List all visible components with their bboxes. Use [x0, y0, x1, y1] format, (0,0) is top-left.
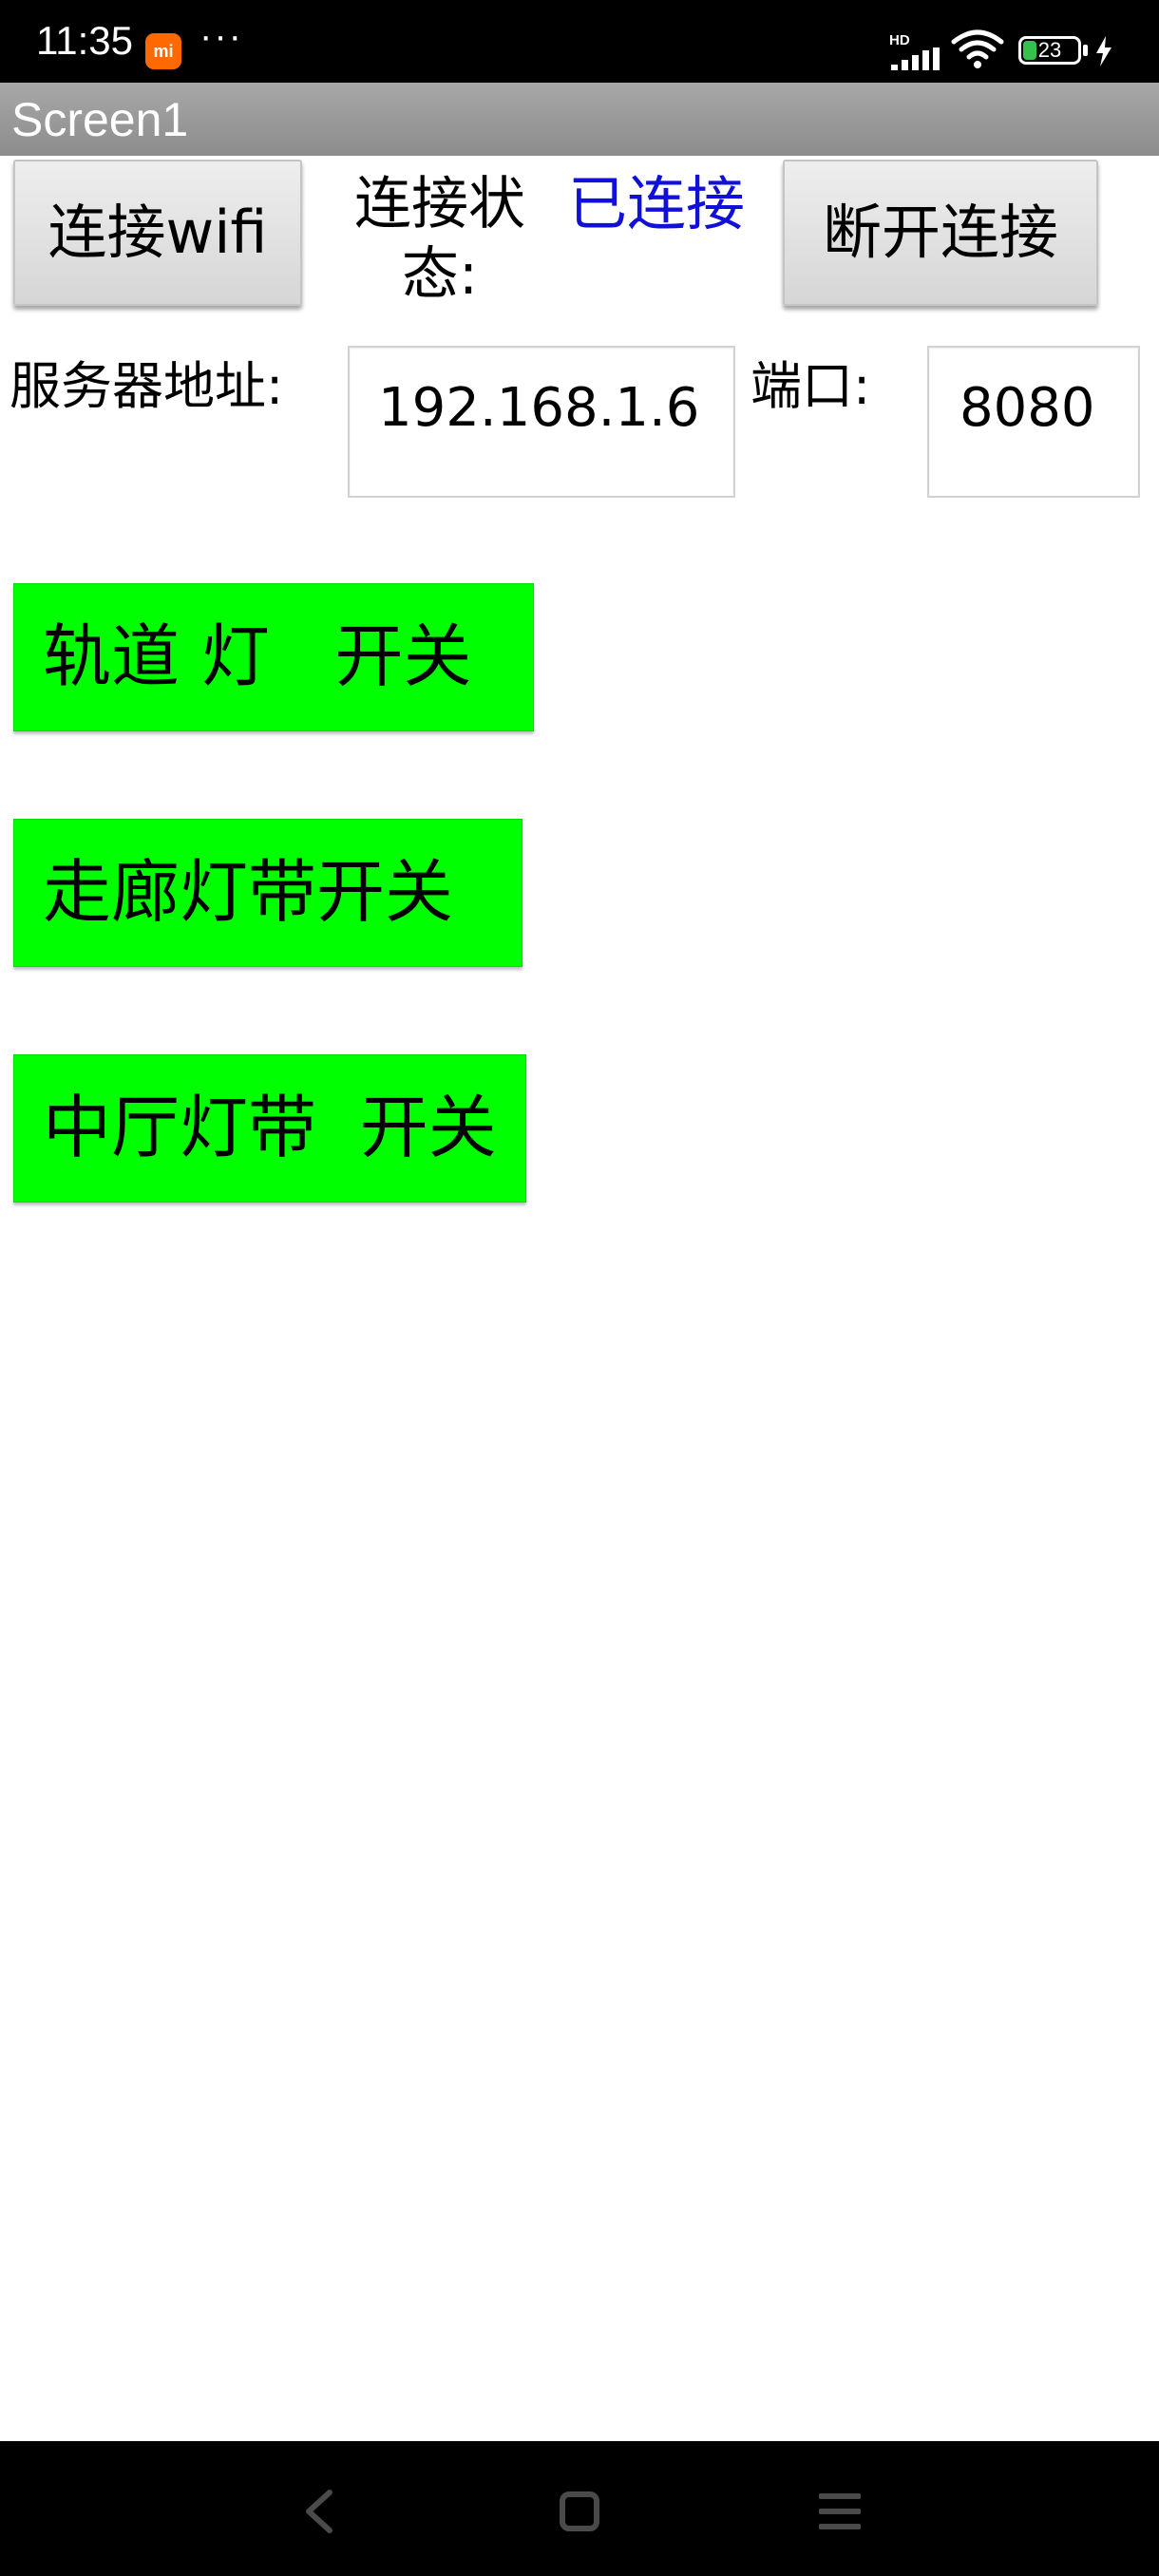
home-icon[interactable]: [559, 2489, 600, 2534]
port-label: 端口:: [750, 356, 871, 416]
connection-status-value: 已连接: [568, 169, 746, 238]
corridor-light-strip-switch-button[interactable]: 走廊灯带开关: [13, 819, 522, 967]
disconnect-button[interactable]: 断开连接: [783, 160, 1098, 306]
server-address-label: 服务器地址:: [10, 356, 284, 416]
signal-icon: [891, 47, 940, 70]
screen-title: Screen1: [11, 93, 189, 146]
battery-level: 23: [1037, 38, 1062, 62]
navigation-bar: [0, 2441, 1159, 2576]
track-light-switch-button[interactable]: 轨道 灯 开关: [13, 583, 534, 731]
server-address-input[interactable]: [348, 346, 735, 498]
title-bar: Screen1: [0, 83, 1159, 156]
notification-dots: ···: [200, 15, 243, 57]
charging-icon: [1096, 36, 1112, 66]
back-icon[interactable]: [299, 2489, 341, 2534]
battery-cap: [1083, 45, 1088, 56]
network-type-label: HD: [889, 32, 910, 48]
battery-icon: 23: [1018, 36, 1081, 65]
port-input[interactable]: [927, 346, 1140, 498]
hall-light-strip-switch-button[interactable]: 中厅灯带 开关: [13, 1054, 526, 1203]
status-bar: 11:35 mi ··· HD 23: [0, 0, 1159, 83]
status-time: 11:35: [36, 18, 133, 63]
menu-icon[interactable]: [819, 2489, 861, 2534]
connection-status-label: 连接状态:: [354, 171, 525, 308]
connect-wifi-button[interactable]: 连接wifi: [13, 160, 302, 306]
wifi-icon: [951, 29, 1004, 68]
mi-app-icon: mi: [145, 33, 181, 69]
